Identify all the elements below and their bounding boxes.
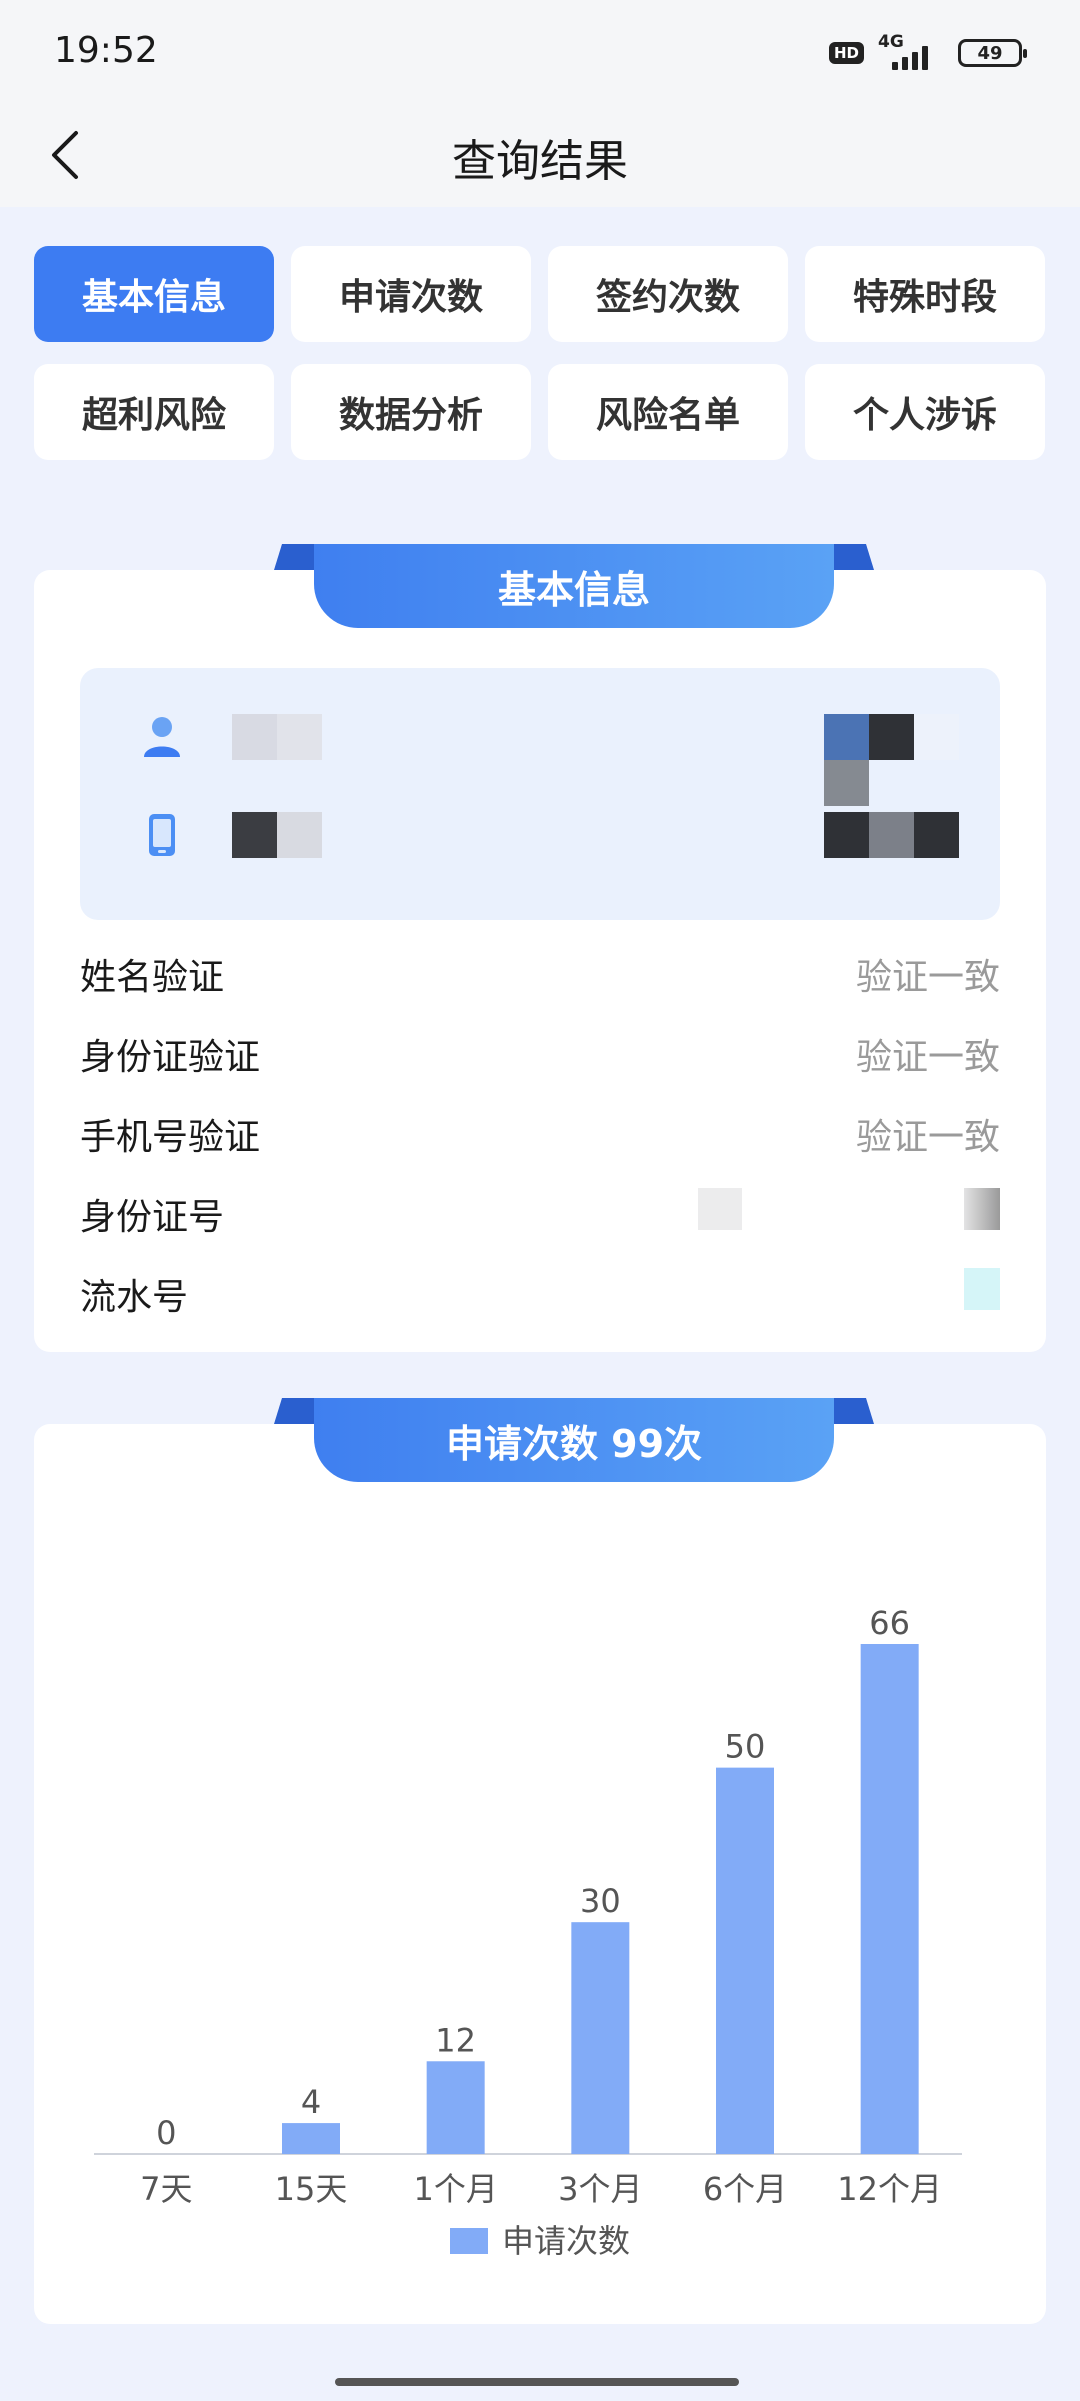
bar-value-label: 30: [580, 1882, 621, 1920]
applications-card: 申请次数 99次 0 7天 4 15天 12 1个月 30 3个月 50 6个月 66 12个月 申请次…: [34, 1398, 1046, 2324]
tab-special-period[interactable]: 特殊时段: [805, 246, 1045, 342]
category-tabs: 基本信息 申请次数 签约次数 特殊时段 超利风险 数据分析 风险名单 个人涉诉: [34, 246, 1046, 460]
signal-icon: 4G: [878, 32, 944, 70]
x-tick-label: 3个月: [558, 2170, 642, 2208]
bar: [716, 1767, 774, 2154]
applications-bar-chart: 0 7天 4 15天 12 1个月 30 3个月 50 6个月 66 12个月申请次数: [94, 1604, 962, 2260]
tab-risk-list[interactable]: 风险名单: [548, 364, 788, 460]
user-icon: [142, 712, 182, 762]
hd-icon: HD: [828, 42, 864, 64]
info-row-phone-verify: 手机号验证 验证一致: [80, 1100, 1000, 1160]
home-indicator: [335, 2378, 739, 2386]
redacted-id-number: [698, 1188, 742, 1230]
status-bar: 19:52 HD 4G 49: [0, 0, 1080, 105]
x-tick-label: 15天: [275, 2170, 348, 2208]
name-row: [80, 712, 1000, 806]
phone-row: [80, 810, 1000, 860]
info-row-id-verify: 身份证验证 验证一致: [80, 1020, 1000, 1080]
bar-value-label: 66: [869, 1604, 910, 1642]
redacted-phone-detail: [824, 812, 959, 858]
info-row-serial: 流水号: [80, 1260, 1000, 1320]
bar: [571, 1922, 630, 2154]
section-title: 基本信息: [314, 544, 834, 628]
phone-icon: [142, 810, 182, 860]
info-label: 流水号: [80, 1277, 189, 1318]
x-tick-label: 6个月: [703, 2170, 787, 2208]
tab-data-analysis[interactable]: 数据分析: [291, 364, 531, 460]
info-value: 验证一致: [855, 957, 1000, 998]
bar: [282, 2123, 340, 2154]
tab-applications[interactable]: 申请次数: [291, 246, 531, 342]
x-tick-label: 7天: [140, 2170, 192, 2208]
x-tick-label: 12个月: [837, 2170, 942, 2208]
bar: [860, 1644, 919, 2154]
bar-value-label: 0: [156, 2114, 176, 2152]
redacted-name: [232, 714, 322, 760]
info-label: 姓名验证: [80, 957, 225, 998]
profile-panel: [80, 668, 1000, 920]
redacted-phone: [232, 812, 322, 858]
app-header: 查询结果: [0, 105, 1080, 207]
redacted-serial: [964, 1268, 1000, 1310]
tab-basic-info[interactable]: 基本信息: [34, 246, 274, 342]
info-label: 手机号验证: [80, 1117, 261, 1158]
legend-swatch: [450, 2228, 488, 2254]
info-value: 验证一致: [855, 1117, 1000, 1158]
battery-icon: 49: [958, 39, 1027, 67]
redacted-id-number-end: [964, 1188, 1000, 1230]
info-label: 身份证验证: [80, 1037, 261, 1078]
bar-value-label: 12: [435, 2021, 476, 2059]
bar-value-label: 4: [301, 2083, 321, 2121]
legend-label: 申请次数: [502, 2222, 630, 2260]
page-title: 查询结果: [452, 136, 628, 187]
bar-value-label: 50: [725, 1728, 766, 1766]
info-label: 身份证号: [80, 1197, 225, 1238]
info-row-id-number: 身份证号: [80, 1180, 1000, 1240]
info-row-name-verify: 姓名验证 验证一致: [80, 940, 1000, 1000]
tab-overprofit-risk[interactable]: 超利风险: [34, 364, 274, 460]
section-ribbon: 基本信息: [274, 544, 874, 628]
tab-personal-litigation[interactable]: 个人涉诉: [805, 364, 1045, 460]
basic-info-card: 基本信息 姓名验证 验证一致 身份证验证 验证一致 手机号验证 验证一致 身份证…: [34, 544, 1046, 1352]
battery-level: 49: [977, 42, 1003, 64]
bar: [426, 2061, 485, 2154]
x-tick-label: 1个月: [413, 2170, 497, 2208]
redacted-id: [824, 714, 1000, 806]
info-value: 验证一致: [855, 1037, 1000, 1078]
tab-contracts[interactable]: 签约次数: [548, 246, 788, 342]
status-time: 19:52: [54, 30, 158, 71]
status-icons: HD 4G 49: [828, 32, 1027, 70]
